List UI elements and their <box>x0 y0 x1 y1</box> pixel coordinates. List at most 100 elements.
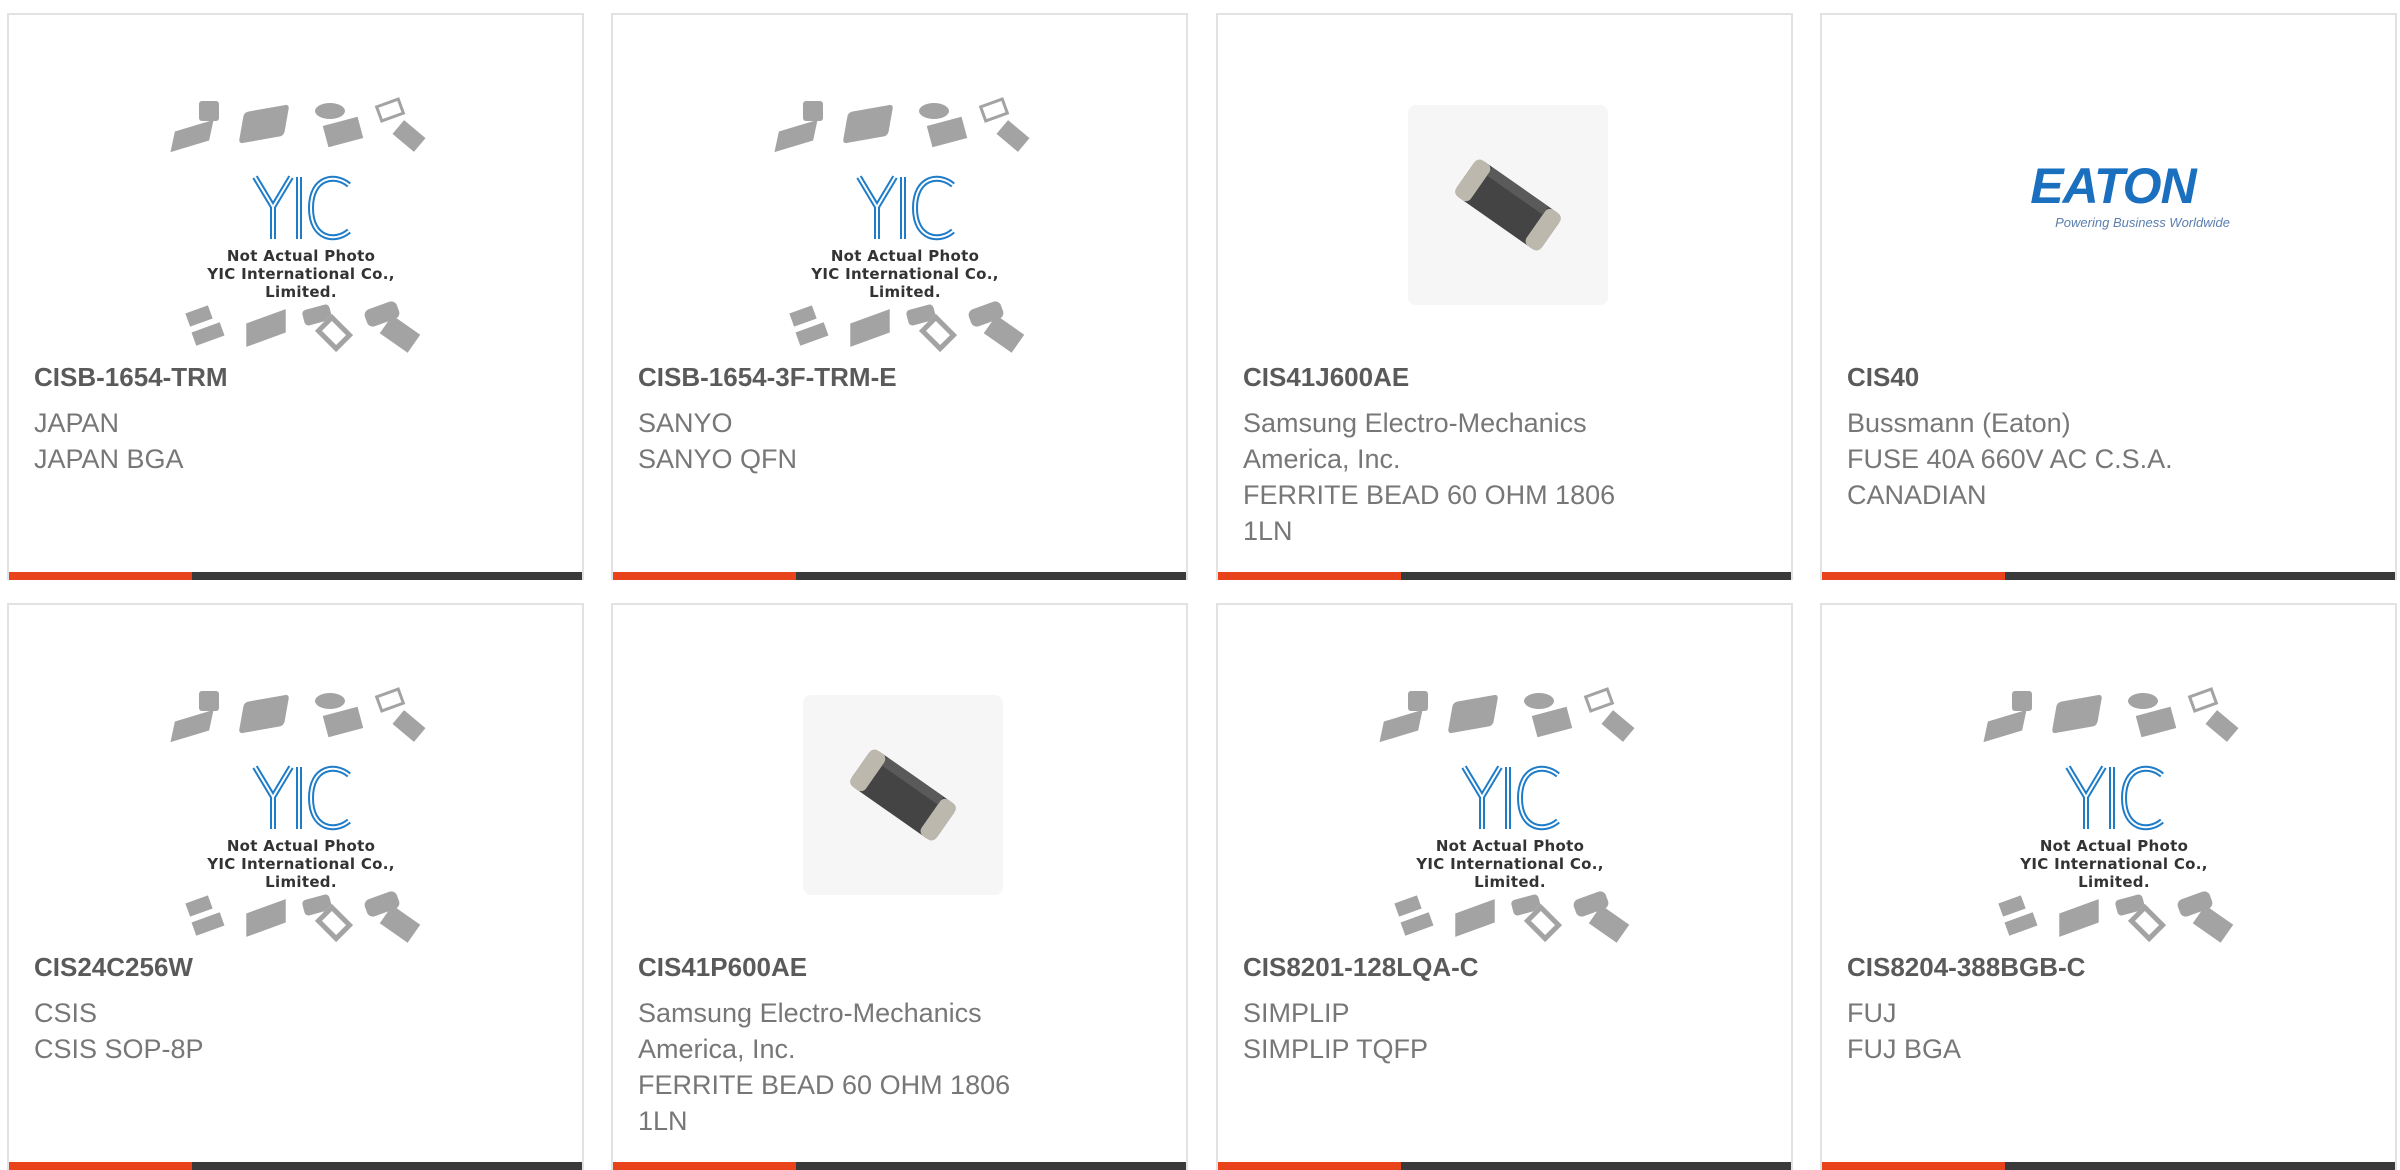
chip-icon <box>315 103 345 119</box>
chip-icon <box>238 694 290 734</box>
chip-icon <box>246 309 286 347</box>
chip-icon <box>803 101 823 121</box>
card-accent-bar <box>1218 1162 1401 1170</box>
chip-icon <box>978 97 1010 123</box>
part-number-link[interactable]: CIS8204-388BGB-C <box>1847 949 2085 985</box>
chip-icon <box>1400 912 1434 936</box>
eaton-logo-text: EATON <box>2030 158 2196 214</box>
product-details: Bussmann (Eaton) FUSE 40A 660V AC C.S.A. C… <box>1847 405 2287 513</box>
part-number-link[interactable]: CISB-1654-TRM <box>34 359 228 395</box>
chip-icon <box>246 899 286 937</box>
chip-icon <box>926 116 968 148</box>
card-bottom-bar <box>9 1162 582 1170</box>
product-image[interactable]: Not Actual Photo YIC International Co., … <box>169 95 433 359</box>
chip-icon <box>1531 706 1573 738</box>
product-card[interactable]: EATON Powering Business Worldwide CIS40 B… <box>1820 13 2397 580</box>
part-number-link[interactable]: CIS40 <box>1847 359 1919 395</box>
chip-icon <box>795 322 829 346</box>
manufacturer-name: SIMPLIP <box>1243 998 1350 1028</box>
product-details: SIMPLIP SIMPLIP TQFP <box>1243 995 1683 1067</box>
chip-icon <box>2012 691 2032 711</box>
manufacturer-name: FUJ <box>1847 998 1897 1028</box>
eaton-tagline: Powering Business Worldwide <box>2055 215 2230 230</box>
yic-logo-icon <box>2065 765 2164 831</box>
description-line: America, Inc. <box>1243 444 1401 474</box>
product-card[interactable]: Not Actual Photo YIC International Co., … <box>1216 603 1793 1170</box>
placeholder-caption: Not Actual Photo <box>1435 837 1585 855</box>
chip-icon <box>1583 687 1615 713</box>
part-number-link[interactable]: CIS41P600AE <box>638 949 807 985</box>
chip-icon <box>392 710 426 742</box>
yic-logo-icon <box>252 175 351 241</box>
chip-icon <box>322 706 364 738</box>
chip-icon <box>315 693 345 709</box>
product-card[interactable]: CIS41J600AE Samsung Electro-Mechanics Amer… <box>1216 13 1793 580</box>
description-line: JAPAN BGA <box>34 444 184 474</box>
chip-icon <box>1447 694 1499 734</box>
product-card[interactable]: Not Actual Photo YIC International Co., … <box>7 13 584 580</box>
chip-icon <box>2059 899 2099 937</box>
placeholder-caption: YIC International Co., Limited. <box>811 265 999 301</box>
product-image[interactable]: Not Actual Photo YIC International Co., … <box>773 95 1037 359</box>
product-image[interactable]: Not Actual Photo YIC International Co., … <box>1378 685 1642 949</box>
chip-icon <box>392 120 426 152</box>
part-number-link[interactable]: CIS24C256W <box>34 949 193 985</box>
card-bottom-bar <box>613 572 1186 580</box>
ferrite-bead-icon <box>850 749 956 841</box>
chip-icon <box>789 305 817 327</box>
placeholder-caption: Not Actual Photo <box>2039 837 2189 855</box>
chip-icon <box>322 116 364 148</box>
product-image[interactable]: Not Actual Photo YIC International Co., … <box>169 685 433 949</box>
chip-icon <box>2004 912 2038 936</box>
yic-placeholder-image: Not Actual Photo YIC International Co., … <box>169 95 433 359</box>
product-card[interactable]: Not Actual Photo YIC International Co., … <box>611 13 1188 580</box>
chip-icon <box>2128 693 2158 709</box>
description-line: SIMPLIP TQFP <box>1243 1034 1429 1064</box>
manufacturer-name: Bussmann (Eaton) <box>1847 408 2071 438</box>
description-line: CSIS SOP-8P <box>34 1034 204 1064</box>
part-number-link[interactable]: CISB-1654-3F-TRM-E <box>638 359 897 395</box>
card-accent-bar <box>1822 572 2005 580</box>
description-line: 1LN <box>638 1106 688 1136</box>
product-details: CSIS CSIS SOP-8P <box>34 995 474 1067</box>
chip-icon <box>2205 710 2239 742</box>
placeholder-caption: Not Actual Photo <box>830 247 980 265</box>
part-number-link[interactable]: CIS8201-128LQA-C <box>1243 949 1479 985</box>
product-image[interactable] <box>773 685 1037 949</box>
manufacturer-name: SANYO <box>638 408 733 438</box>
chip-icon <box>1983 709 2027 743</box>
placeholder-caption: Not Actual Photo <box>226 837 376 855</box>
chip-icon <box>774 119 818 153</box>
description-line: 1LN <box>1243 516 1293 546</box>
card-bottom-bar <box>1218 572 1791 580</box>
product-image[interactable] <box>1378 95 1642 359</box>
part-number-link[interactable]: CIS41J600AE <box>1243 359 1409 395</box>
description-line: CANADIAN <box>1847 480 1987 510</box>
placeholder-caption: YIC International Co., Limited. <box>2020 855 2208 891</box>
product-image[interactable]: Not Actual Photo YIC International Co., … <box>1982 685 2246 949</box>
product-details: Samsung Electro-Mechanics America, Inc. FE… <box>638 995 1078 1139</box>
yic-logo-icon <box>1461 765 1560 831</box>
chip-icon <box>2187 687 2219 713</box>
product-details: JAPAN JAPAN BGA <box>34 405 474 477</box>
ferrite-bead-icon <box>1455 159 1561 251</box>
card-bottom-bar <box>1218 1162 1791 1170</box>
yic-logo-icon <box>856 175 955 241</box>
chip-icon <box>2135 706 2177 738</box>
product-card[interactable]: Not Actual Photo YIC International Co., … <box>1820 603 2397 1170</box>
yic-placeholder-image: Not Actual Photo YIC International Co., … <box>773 95 1037 359</box>
product-card[interactable]: Not Actual Photo YIC International Co., … <box>7 603 584 1170</box>
product-details: SANYO SANYO QFN <box>638 405 1078 477</box>
product-details: FUJ FUJ BGA <box>1847 995 2287 1067</box>
card-accent-bar <box>9 572 192 580</box>
description-line: FUJ BGA <box>1847 1034 1962 1064</box>
product-card[interactable]: CIS41P600AE Samsung Electro-Mechanics Amer… <box>611 603 1188 1170</box>
chip-icon <box>199 691 219 711</box>
placeholder-caption: YIC International Co., Limited. <box>207 265 395 301</box>
chip-icon <box>374 687 406 713</box>
ferrite-bead-image <box>773 685 1037 949</box>
card-accent-bar <box>1218 572 1401 580</box>
chip-icon <box>1601 710 1635 742</box>
product-image[interactable]: EATON Powering Business Worldwide <box>1982 95 2246 359</box>
description-line: America, Inc. <box>638 1034 796 1064</box>
